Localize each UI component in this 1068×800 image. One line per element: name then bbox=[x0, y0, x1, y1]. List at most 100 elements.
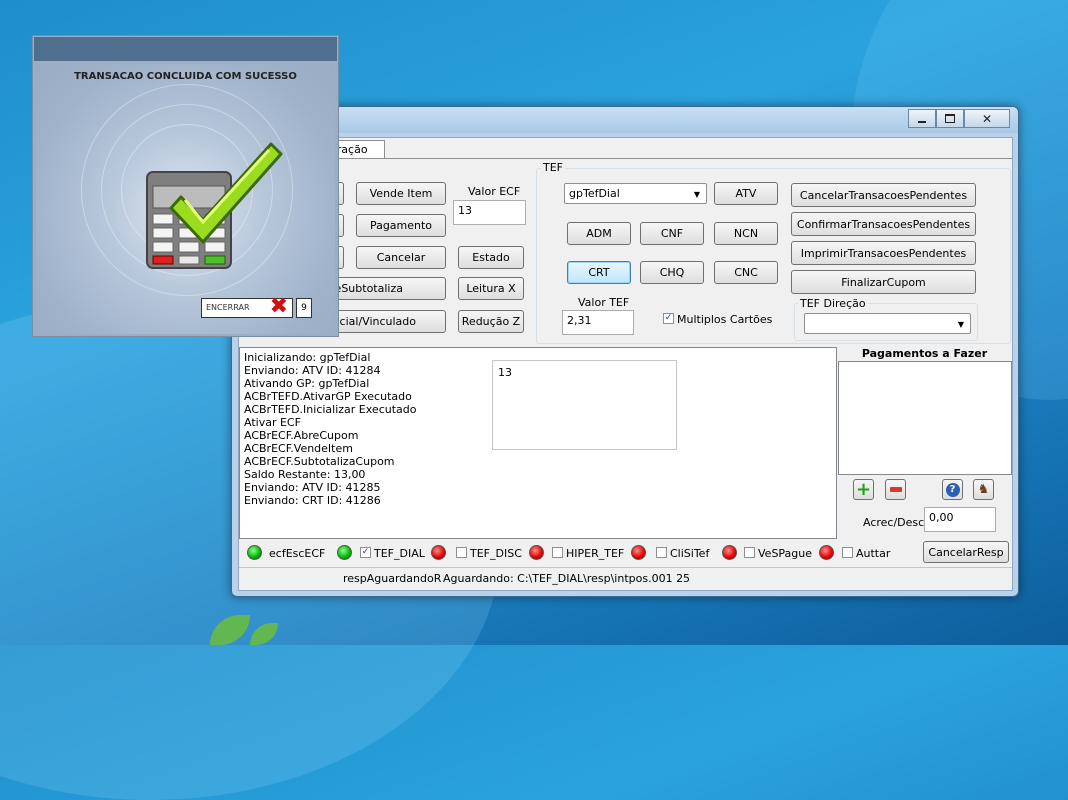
minimize-button[interactable] bbox=[908, 109, 936, 128]
transaction-dialog: TRANSACAO CONCLUIDA COM SUCESSO ENCERRAR… bbox=[32, 35, 339, 337]
indicator-label: HIPER_TEF bbox=[566, 547, 625, 560]
status-led bbox=[337, 545, 352, 560]
minus-icon bbox=[889, 487, 902, 492]
log-line: Enviando: ATV ID: 41285 bbox=[244, 481, 381, 494]
log-lines: Inicializando: gpTefDial Enviando: ATV ID… bbox=[244, 351, 416, 507]
minimize-icon bbox=[918, 120, 926, 123]
log-line: ACBrTEFD.Inicializar Executado bbox=[244, 403, 417, 416]
add-pagamento-button[interactable]: + bbox=[853, 479, 874, 500]
adm-button[interactable]: ADM bbox=[567, 222, 631, 245]
close-icon: ✕ bbox=[981, 111, 993, 126]
pagamentos-list[interactable] bbox=[838, 361, 1012, 475]
close-x-icon: ✖ bbox=[269, 294, 288, 319]
gp-select[interactable]: gpTefDial ▼ bbox=[564, 183, 707, 204]
multiplos-label: Multiplos Cartões bbox=[677, 313, 773, 326]
acrec-desc-input[interactable]: 0,00 bbox=[924, 507, 996, 532]
status-led bbox=[431, 545, 446, 560]
log-line: Enviando: CRT ID: 41286 bbox=[244, 494, 381, 507]
title-bar[interactable]: ✕ bbox=[232, 107, 1018, 133]
log-line: Saldo Restante: 13,00 bbox=[244, 468, 366, 481]
vende-item-button[interactable]: Vende Item bbox=[356, 182, 446, 205]
atv-button[interactable]: ATV bbox=[714, 182, 778, 205]
success-check-icon bbox=[146, 142, 283, 269]
indicator-checkbox[interactable] bbox=[656, 547, 667, 558]
indicator-label: Auttar bbox=[856, 547, 891, 560]
chevron-down-icon: ▼ bbox=[957, 320, 964, 329]
cancelar-pendentes-button[interactable]: CancelarTransacoesPendentes bbox=[791, 183, 976, 207]
dialog-title-bar[interactable] bbox=[34, 37, 337, 61]
status-led bbox=[631, 545, 646, 560]
log-line: ACBrECF.SubtotalizaCupom bbox=[244, 455, 395, 468]
log-memo[interactable]: Inicializando: gpTefDial Enviando: ATV ID… bbox=[239, 347, 837, 539]
log-line: Ativar ECF bbox=[244, 416, 301, 429]
cancelar-button[interactable]: Cancelar bbox=[356, 246, 446, 269]
indicator-checkbox[interactable] bbox=[744, 547, 755, 558]
tef-direcao-select[interactable]: ▼ bbox=[804, 313, 971, 334]
status-led bbox=[247, 545, 262, 560]
dialog-title: TRANSACAO CONCLUIDA COM SUCESSO bbox=[74, 71, 297, 82]
maximize-button[interactable] bbox=[936, 109, 964, 128]
status-message: Aguardando: C:\TEF_DIAL\resp\intpos.001 … bbox=[443, 572, 691, 585]
remove-pagamento-button[interactable] bbox=[885, 479, 906, 500]
crt-button[interactable]: CRT bbox=[567, 261, 631, 284]
pagamentos-panel: Pagamentos a Fazer + ? ♞ Acrec/Desc 0,00 bbox=[838, 347, 1012, 537]
leitura-x-button[interactable]: Leitura X bbox=[458, 277, 524, 300]
valor-tef-label: Valor TEF bbox=[578, 296, 630, 309]
rocking-horse-button[interactable]: ♞ bbox=[973, 479, 994, 500]
log-line: Inicializando: gpTefDial bbox=[244, 351, 371, 364]
imprimir-pendentes-button[interactable]: ImprimirTransacoesPendentes bbox=[791, 241, 976, 265]
status-led bbox=[722, 545, 737, 560]
close-button[interactable]: ✕ bbox=[964, 109, 1010, 128]
pagamentos-header: Pagamentos a Fazer bbox=[861, 347, 988, 360]
valor-ecf-label: Valor ECF bbox=[468, 185, 521, 198]
log-line: ACBrTEFD.AtivarGP Executado bbox=[244, 390, 412, 403]
maximize-icon bbox=[945, 114, 955, 123]
finalizar-cupom-button[interactable]: FinalizarCupom bbox=[791, 270, 976, 294]
value-memo[interactable]: 13 bbox=[492, 360, 677, 450]
log-line: Ativando GP: gpTefDial bbox=[244, 377, 370, 390]
log-line: Enviando: ATV ID: 41284 bbox=[244, 364, 381, 377]
indicator-row: ecfEscECF ✓ TEF_DIAL TEF_DISC HIPER_TEF CliSi… bbox=[239, 538, 1012, 566]
estado-button[interactable]: Estado bbox=[458, 246, 524, 269]
cnc-button[interactable]: CNC bbox=[714, 261, 778, 284]
acrec-desc-label: Acrec/Desc bbox=[863, 516, 925, 529]
status-bar: respAguardandoR Aguardando: C:\TEF_DIAL\… bbox=[239, 567, 1012, 590]
status-led bbox=[529, 545, 544, 560]
indicator-label: VeSPague bbox=[758, 547, 813, 560]
chq-button[interactable]: CHQ bbox=[640, 261, 704, 284]
indicator-checkbox[interactable] bbox=[842, 547, 853, 558]
cancelar-resp-button[interactable]: CancelarResp bbox=[923, 541, 1009, 563]
log-line: ACBrECF.VendeItem bbox=[244, 442, 353, 455]
pagamento-button[interactable]: Pagamento bbox=[356, 214, 446, 237]
indicator-checkbox[interactable] bbox=[552, 547, 563, 558]
help-icon: ? bbox=[945, 482, 960, 497]
plus-icon: + bbox=[855, 478, 872, 500]
indicator-label: CliSiTef bbox=[670, 547, 710, 560]
help-button[interactable]: ? bbox=[942, 479, 963, 500]
indicator-label: ecfEscECF bbox=[269, 547, 326, 560]
tef-direcao-label: TEF Direção bbox=[798, 297, 868, 310]
window-controls: ✕ bbox=[908, 109, 1010, 128]
dialog-counter: 9 bbox=[296, 298, 312, 318]
encerrar-button[interactable]: ENCERRAR ✖ bbox=[201, 294, 293, 319]
chevron-down-icon: ▼ bbox=[693, 190, 700, 199]
ncn-button[interactable]: NCN bbox=[714, 222, 778, 245]
tab-panel: Vende Item Pagamento Cancelar deSubtotal… bbox=[239, 158, 1012, 345]
cnf-button[interactable]: CNF bbox=[640, 222, 704, 245]
valor-ecf-input[interactable]: 13 bbox=[453, 200, 526, 225]
indicator-label: TEF_DIAL bbox=[374, 547, 425, 560]
status-state: respAguardandoR bbox=[343, 572, 442, 585]
gp-select-value: gpTefDial bbox=[569, 187, 620, 200]
valor-tef-input[interactable]: 2,31 bbox=[562, 310, 634, 335]
multiplos-checkbox[interactable]: ✓ bbox=[663, 313, 674, 324]
client-area: eração Vende Item Pagamento Cancelar deS… bbox=[238, 137, 1013, 591]
indicator-label: TEF_DISC bbox=[470, 547, 522, 560]
main-window: ✕ eração Vende Item Pagamento Cancelar d… bbox=[231, 106, 1019, 597]
indicator-checkbox[interactable]: ✓ bbox=[360, 547, 371, 558]
log-line: ACBrECF.AbreCupom bbox=[244, 429, 359, 442]
confirmar-pendentes-button[interactable]: ConfirmarTransacoesPendentes bbox=[791, 212, 976, 236]
dialog-body: TRANSACAO CONCLUIDA COM SUCESSO ENCERRAR… bbox=[36, 64, 335, 334]
reducao-z-button[interactable]: Redução Z bbox=[458, 310, 524, 333]
indicator-checkbox[interactable] bbox=[456, 547, 467, 558]
rocking-horse-icon: ♞ bbox=[977, 482, 990, 497]
